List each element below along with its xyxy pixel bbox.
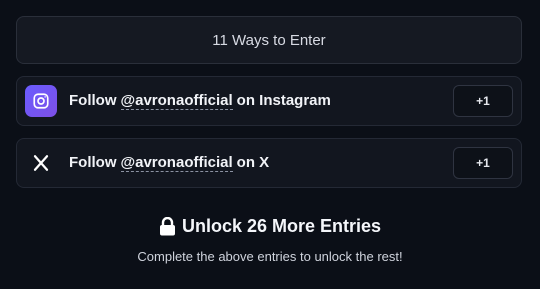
account-handle-link[interactable]: @avronaofficial — [120, 92, 233, 110]
unlock-title-text: Unlock 26 More Entries — [181, 216, 382, 236]
unlock-subtitle: Complete the above entries to unlock the… — [137, 249, 403, 264]
points-label: +1 — [476, 156, 490, 170]
account-handle-link[interactable]: @avronaofficial — [120, 154, 233, 172]
x-icon — [25, 147, 57, 179]
lock-icon — [159, 217, 176, 236]
entry-title: Follow @avronaofficial on Instagram — [69, 92, 331, 110]
entry-follow-x[interactable]: Follow @avronaofficial on X +1 — [16, 138, 522, 188]
entry-follow-instagram[interactable]: Follow @avronaofficial on Instagram +1 — [16, 76, 522, 126]
entry-suffix: on Instagram — [236, 92, 331, 109]
points-badge[interactable]: +1 — [453, 147, 513, 179]
entry-prefix: Follow — [69, 92, 117, 109]
instagram-icon — [25, 85, 57, 117]
ways-to-enter-label: 11 Ways to Enter — [212, 31, 326, 49]
ways-to-enter-button[interactable]: 11 Ways to Enter — [16, 16, 522, 64]
unlock-heading: Unlock 26 More Entries — [0, 216, 540, 237]
entry-prefix: Follow — [69, 154, 117, 171]
entry-title: Follow @avronaofficial on X — [69, 154, 269, 172]
points-label: +1 — [476, 94, 490, 108]
points-badge[interactable]: +1 — [453, 85, 513, 117]
entry-suffix: on X — [236, 154, 270, 171]
